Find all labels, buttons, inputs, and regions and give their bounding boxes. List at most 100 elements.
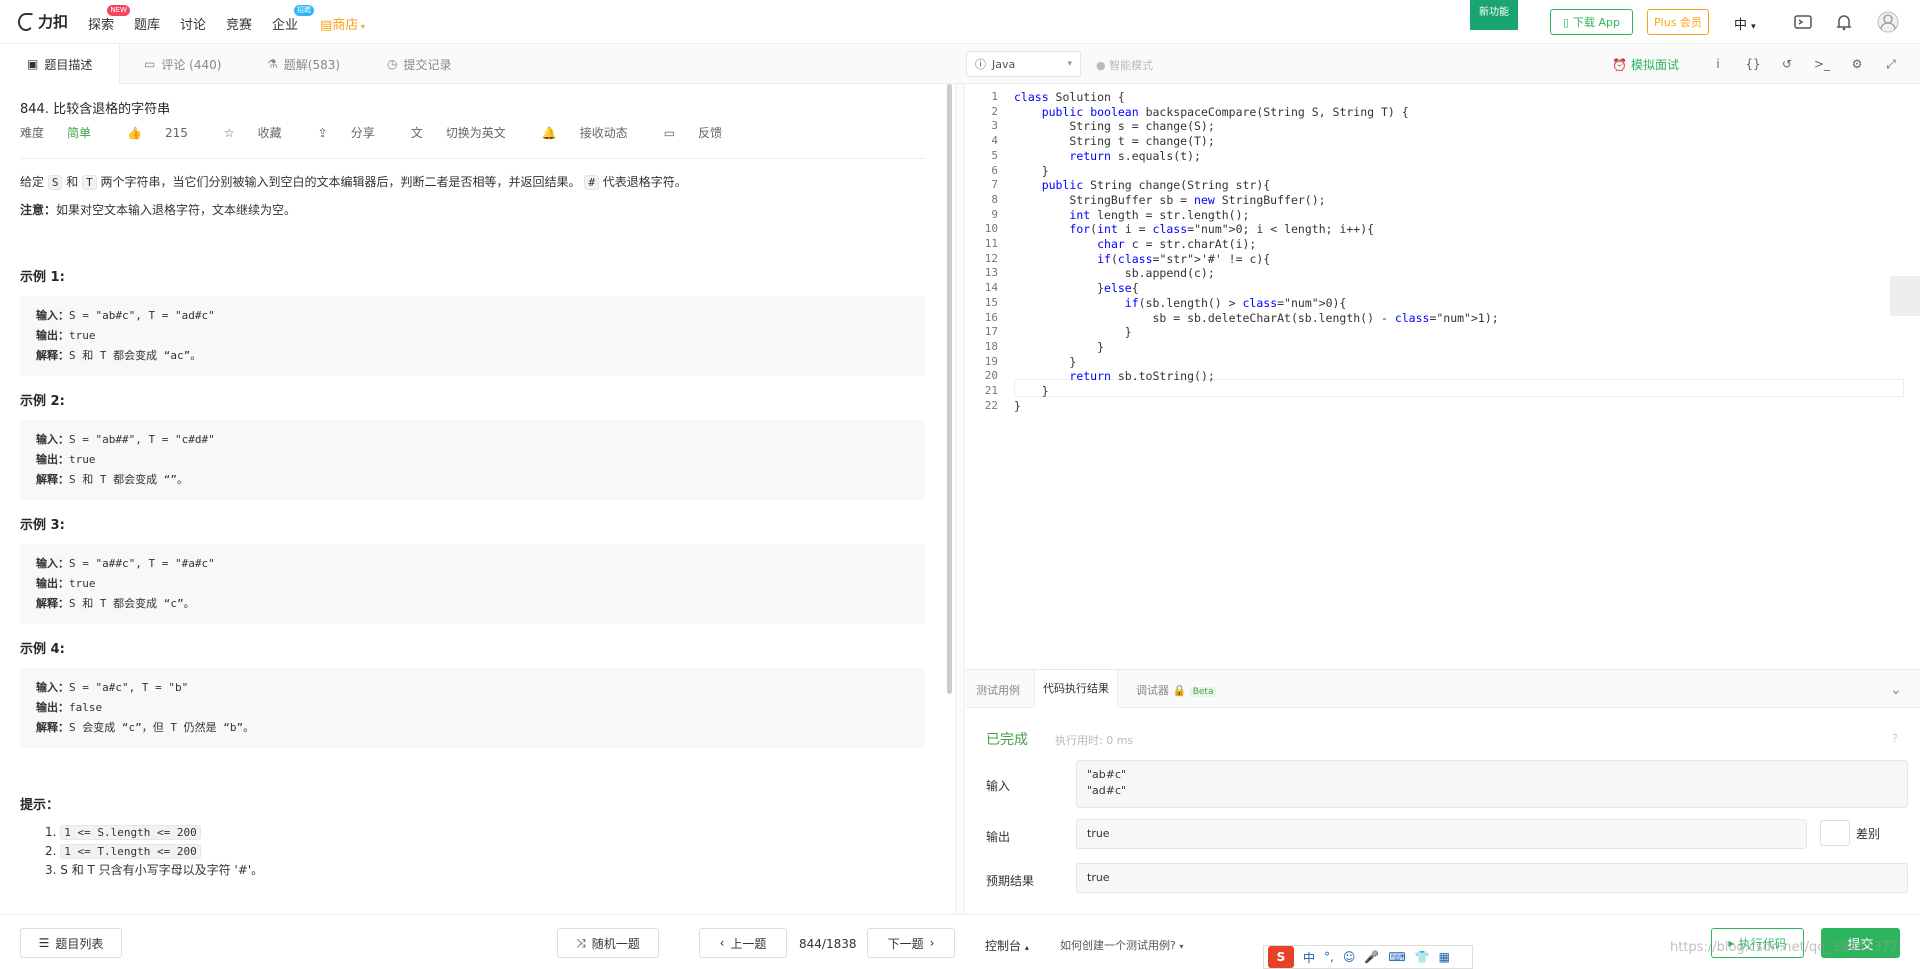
code-line: String s = change(S); xyxy=(1014,119,1215,134)
feedback-icon: ▭ xyxy=(663,125,676,140)
watermark: https://blog.csdn.net/qq_38441377 xyxy=(1670,940,1899,955)
tab-submissions[interactable]: ◷ 提交记录 xyxy=(387,44,452,84)
code-line: return s.equals(t); xyxy=(1069,148,1201,163)
terminal-icon[interactable]: >_ xyxy=(1814,56,1830,72)
code-line: if(sb.length() > class="num">0){ xyxy=(1124,295,1347,310)
grid-icon[interactable]: ▦ xyxy=(1439,950,1450,964)
scrollbar[interactable] xyxy=(947,84,952,694)
keyboard-icon[interactable]: ⌨ xyxy=(1388,950,1405,964)
alarm-icon: ⏰ xyxy=(1612,57,1627,72)
tab-description[interactable]: ▣ 题目描述 xyxy=(0,44,120,84)
mock-interview-button[interactable]: ⏰ 模拟面试 xyxy=(1612,56,1679,73)
side-panel-tab[interactable] xyxy=(1890,276,1920,316)
share-button[interactable]: ⇪ 分享 xyxy=(318,124,393,141)
ime-toolbar: S 中 °, ☺ 🎤 ⌨ 👕 ▦ xyxy=(1263,945,1473,969)
flask-icon: ⚗ xyxy=(267,57,278,71)
code-line: char c = str.charAt(i); xyxy=(1097,237,1257,251)
chevron-up-icon: ▴ xyxy=(1024,943,1029,952)
code-line: public String change(String str){ xyxy=(1041,178,1271,193)
line-number: 16 xyxy=(984,310,998,324)
line-number: 6 xyxy=(991,163,998,177)
tab-solutions[interactable]: ⚗ 题解(583) xyxy=(267,44,340,84)
line-number: 1 xyxy=(991,90,998,103)
switch-english-button[interactable]: 文切换为英文 xyxy=(411,124,524,141)
line-number: 3 xyxy=(991,119,998,133)
ime-punct[interactable]: °, xyxy=(1324,950,1334,964)
feedback-button[interactable]: ▭ 反馈 xyxy=(664,124,740,141)
like-button[interactable]: 👍 215 xyxy=(127,124,206,141)
tab-comments[interactable]: ▭ 评论 (440) xyxy=(144,44,221,84)
problem-list-button[interactable]: ☰ 题目列表 xyxy=(20,928,122,958)
nav-contest[interactable]: 竞赛 xyxy=(226,14,252,33)
playground-icon[interactable] xyxy=(1794,13,1812,31)
chevron-down-icon[interactable]: ⌄ xyxy=(1890,682,1902,698)
output-box: true xyxy=(1076,819,1807,849)
code-line: sb.append(c); xyxy=(1014,266,1215,281)
tab-result[interactable]: 代码执行结果 xyxy=(1034,670,1118,708)
chevron-down-icon: ▾ xyxy=(1179,942,1184,951)
code-editor[interactable]: 1 class Solution {2 public boolean backsp… xyxy=(966,84,1920,669)
line-number: 5 xyxy=(991,148,998,162)
braces-icon[interactable]: {} xyxy=(1745,56,1761,72)
line-number: 17 xyxy=(984,325,998,339)
nav-discuss[interactable]: 讨论 xyxy=(180,14,206,33)
line-number: 21 xyxy=(984,384,998,397)
help-icon[interactable]: ? xyxy=(1892,732,1898,745)
nav-enterprise[interactable]: 企业 招聘 xyxy=(272,5,315,33)
code-line: } xyxy=(1014,325,1132,340)
tab-testcase[interactable]: 测试用例 xyxy=(976,682,1020,698)
diff-toggle[interactable] xyxy=(1820,820,1850,846)
top-nav: 力扣 探索 NEW 题库 讨论 竞赛 企业 招聘 ▤商店 ▾ 新功能 ▯ 下载 … xyxy=(0,0,1920,44)
code-line: return sb.toString(); xyxy=(1069,369,1215,384)
nav-store[interactable]: ▤商店 ▾ xyxy=(320,14,365,33)
example-title: 示例 3: xyxy=(20,518,65,533)
language-switch[interactable]: 中 ▾ xyxy=(1734,14,1756,33)
plus-member-button[interactable]: Plus 会员 xyxy=(1647,9,1709,35)
next-problem-button[interactable]: 下一题 › xyxy=(867,928,955,958)
mic-icon[interactable]: 🎤 xyxy=(1364,950,1379,964)
ime-mode[interactable]: 中 xyxy=(1303,949,1315,966)
prev-problem-button[interactable]: ‹ 上一题 xyxy=(699,928,787,958)
line-number: 4 xyxy=(991,134,998,148)
fullscreen-icon[interactable]: ⤢ xyxy=(1883,56,1899,72)
pane-resize-handle[interactable] xyxy=(955,84,965,914)
italic-info-icon[interactable]: i xyxy=(1710,56,1726,72)
new-feature-button[interactable]: 新功能 xyxy=(1470,0,1518,30)
line-number: 19 xyxy=(984,354,998,368)
avatar[interactable] xyxy=(1877,11,1899,33)
random-problem-button[interactable]: ⤨ 随机一题 xyxy=(557,928,659,958)
collect-button[interactable]: ☆ 收藏 xyxy=(224,124,300,141)
sogou-logo[interactable]: S xyxy=(1268,946,1294,968)
comment-icon: ▭ xyxy=(144,57,156,71)
example-box: 输入：S = "a##c", T = "#a#c" 输出：true 解释：S 和… xyxy=(20,544,925,624)
leetcode-logo[interactable]: 力扣 xyxy=(18,11,68,32)
code-line: sb = sb.deleteCharAt(sb.length() - class… xyxy=(1014,310,1499,325)
skin-icon[interactable]: 👕 xyxy=(1415,950,1430,964)
console-toggle[interactable]: 控制台 ▴ xyxy=(985,937,1029,954)
tab-debugger[interactable]: 调试器 🔒 Beta xyxy=(1136,682,1217,698)
howto-testcase-link[interactable]: 如何创建一个测试用例? ▾ xyxy=(1060,937,1183,953)
bell-icon[interactable] xyxy=(1835,13,1853,31)
gear-icon[interactable]: ⚙ xyxy=(1849,56,1865,72)
hints-title: 提示： xyxy=(20,798,60,813)
emoji-icon[interactable]: ☺ xyxy=(1343,950,1356,964)
chevron-left-icon: ‹ xyxy=(719,936,725,950)
example-title: 示例 2: xyxy=(20,394,65,409)
line-number: 2 xyxy=(991,104,998,118)
language-select[interactable]: ⓘ Java ▾ xyxy=(966,51,1081,77)
code-line: } xyxy=(1014,398,1021,413)
beta-badge: Beta xyxy=(1189,687,1217,697)
nav-problems[interactable]: 题库 xyxy=(134,14,160,33)
download-app-button[interactable]: ▯ 下载 App xyxy=(1550,9,1633,35)
status-text: 已完成 xyxy=(986,732,1028,748)
subscribe-button[interactable]: 🔔 接收动态 xyxy=(542,124,646,141)
reset-icon[interactable]: ↺ xyxy=(1779,56,1795,72)
example-box: 输入：S = "ab#c", T = "ad#c" 输出：true 解释：S 和… xyxy=(20,296,925,376)
difficulty-label: 难度 xyxy=(20,126,45,140)
nav-explore[interactable]: 探索 NEW xyxy=(88,5,131,33)
tabs-row: ▣ 题目描述 ▭ 评论 (440) ⚗ 题解(583) ◷ 提交记录 ⓘ Java ▾ ●… xyxy=(0,44,1920,84)
smart-mode-toggle[interactable]: ● 智能模式 xyxy=(1096,57,1153,73)
input-box: "ab#c" "ad#c" xyxy=(1076,760,1908,808)
divider xyxy=(20,158,925,159)
problem-note: 注意：如果对空文本输入退格字符，文本继续为空。 xyxy=(20,203,297,217)
